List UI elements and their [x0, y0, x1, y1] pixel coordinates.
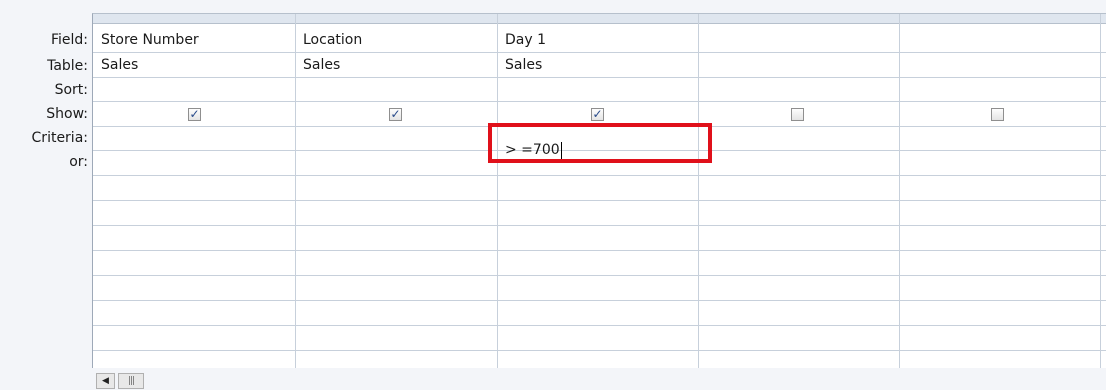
column-divider[interactable] — [1100, 14, 1101, 369]
table-cell[interactable]: Sales — [497, 53, 698, 78]
show-checkbox[interactable] — [791, 108, 804, 121]
field-cell[interactable] — [698, 28, 899, 53]
field-cell[interactable]: Day 1 — [497, 28, 698, 53]
field-cell[interactable]: Location — [295, 28, 497, 53]
table-cell[interactable]: Sales — [93, 53, 295, 78]
row-label-show: Show: — [46, 106, 88, 122]
scroll-thumb[interactable]: ||| — [118, 373, 144, 389]
row-label-field: Field: — [50, 32, 88, 48]
scroll-left-icon[interactable]: ◀ — [96, 373, 115, 389]
row-label-sort: Sort: — [54, 82, 88, 98]
row-divider — [93, 275, 1106, 276]
sort-cell[interactable] — [93, 77, 295, 102]
row-divider — [93, 250, 1106, 251]
row-divider — [93, 350, 1106, 351]
table-cell[interactable] — [698, 53, 899, 78]
criteria-cell[interactable] — [93, 151, 295, 176]
show-checkbox[interactable] — [991, 108, 1004, 121]
show-checkbox[interactable]: ✓ — [389, 108, 402, 121]
row-divider — [93, 300, 1106, 301]
field-cell[interactable] — [899, 28, 1100, 53]
sort-cell[interactable] — [295, 77, 497, 102]
show-checkbox[interactable]: ✓ — [188, 108, 201, 121]
sort-cell[interactable] — [497, 77, 698, 102]
row-divider — [93, 225, 1106, 226]
criteria-cell-active[interactable]: > =700 — [497, 138, 698, 163]
column-selector-strip[interactable] — [93, 14, 1106, 24]
row-divider — [93, 126, 1106, 127]
table-cell[interactable]: Sales — [295, 53, 497, 78]
show-checkbox[interactable]: ✓ — [591, 108, 604, 121]
row-label-criteria: Criteria: — [31, 130, 88, 146]
row-labels: Field: Table: Sort: Show: Criteria: or: — [0, 0, 92, 390]
table-cell[interactable] — [899, 53, 1100, 78]
criteria-input-text: > =700 — [505, 142, 560, 158]
row-label-table: Table: — [47, 58, 88, 74]
criteria-cell[interactable] — [295, 151, 497, 176]
field-cell[interactable]: Store Number — [93, 28, 295, 53]
query-design-grid: Store Number Sales ✓ Location Sales ✓ Da… — [92, 13, 1106, 369]
text-cursor — [560, 141, 562, 159]
horizontal-scrollbar[interactable]: ◀ ||| — [92, 368, 1106, 390]
row-divider — [93, 325, 1106, 326]
row-divider — [93, 200, 1106, 201]
row-label-or: or: — [69, 154, 88, 170]
